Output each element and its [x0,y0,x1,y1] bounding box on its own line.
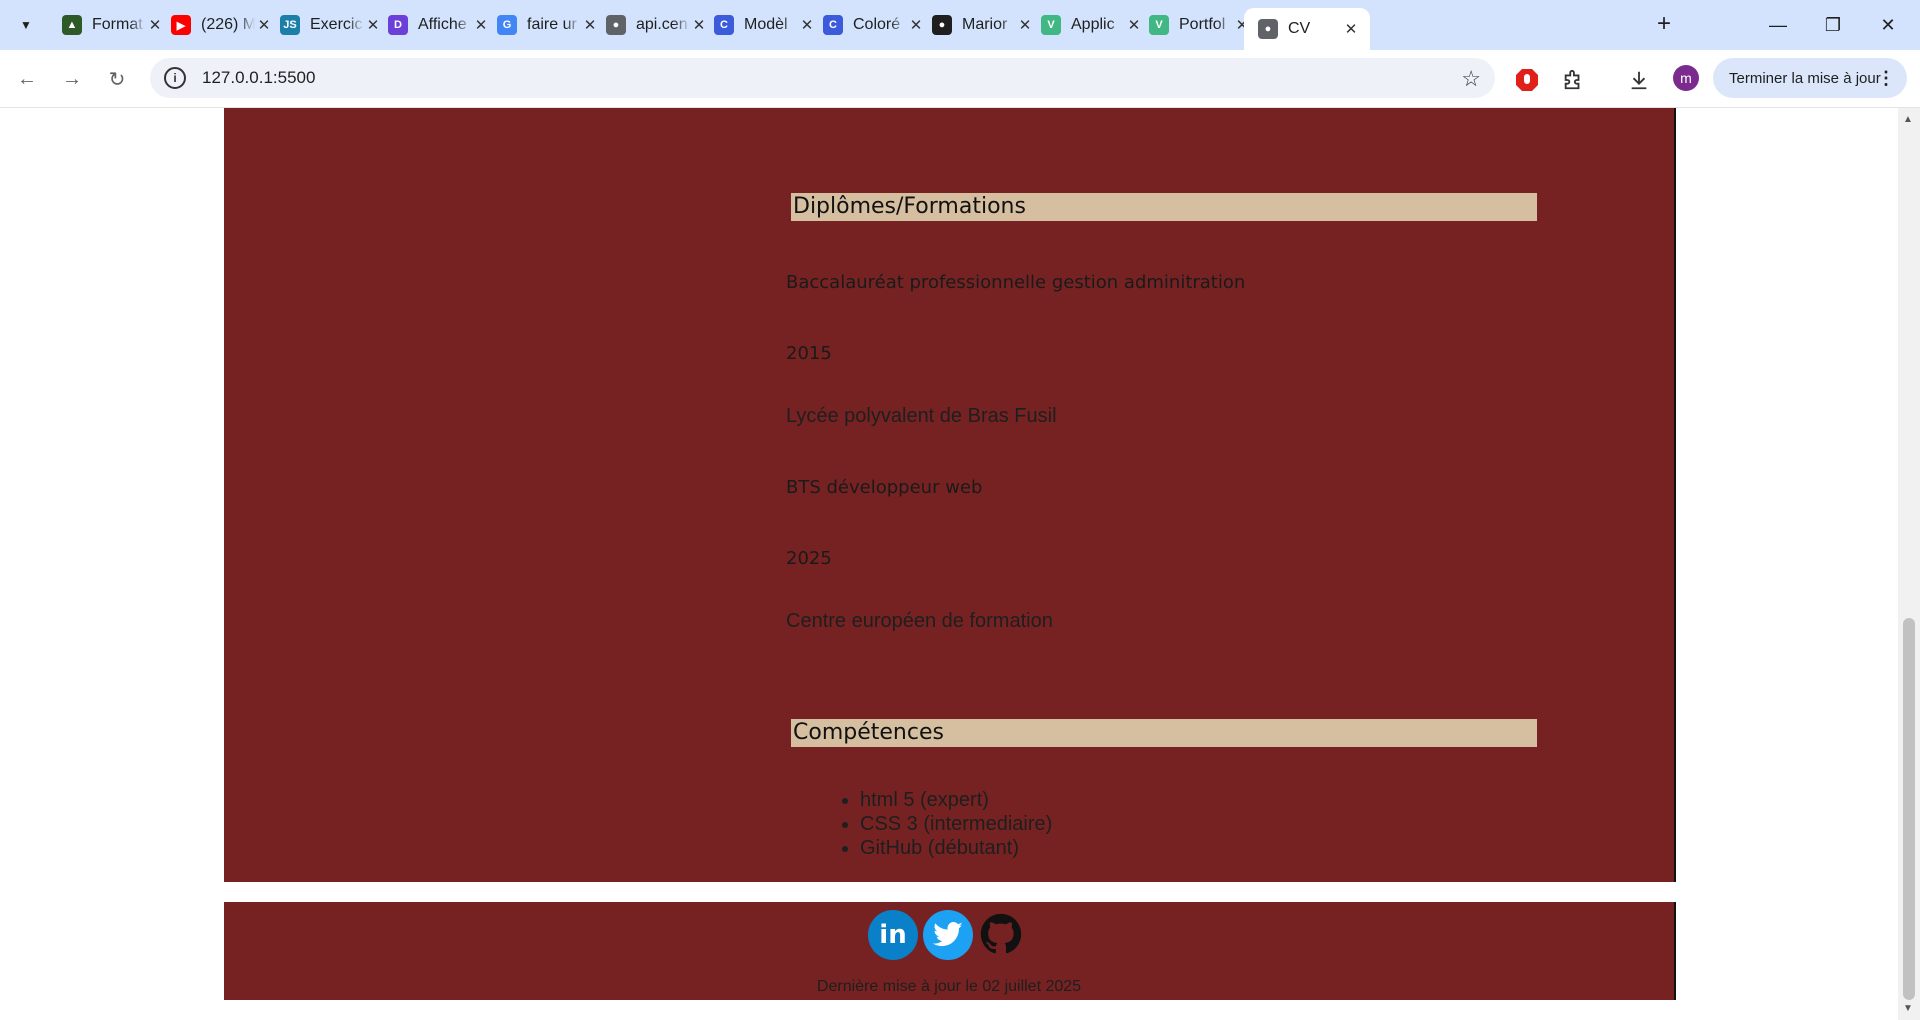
forward-button[interactable]: → [57,64,87,94]
address-bar[interactable]: i 127.0.0.1:5500 ☆ [150,58,1495,98]
tab-4[interactable]: D Affiche ✕ [374,8,500,42]
vue-icon: V [1041,15,1061,35]
tab-8[interactable]: C Coloré ✕ [809,8,935,42]
google-icon: G [497,15,517,35]
tab-label: (226) M [201,16,255,33]
tab-label: faire ur [527,16,577,33]
extensions-puzzle-icon[interactable] [1559,66,1587,94]
skill-item: GitHub (débutant) [860,836,1052,860]
year-1: 2015 [786,343,832,364]
year-2: 2025 [786,548,832,569]
chevron-down-icon: ▼ [20,18,32,32]
browser-toolbar: ← → ↻ i 127.0.0.1:5500 ☆ m Terminer la m… [0,50,1920,108]
tab-label: Marior [962,16,1008,33]
close-window-button[interactable]: ✕ [1865,10,1911,40]
section-spacer [224,882,1674,902]
tab-label: Coloré [853,16,901,33]
downloads-icon[interactable] [1625,66,1653,94]
format-icon: ▲ [62,15,82,35]
new-tab-button[interactable]: + [1651,12,1677,38]
scroll-thumb[interactable] [1903,618,1915,1000]
github-icon: ● [932,15,952,35]
tab-label: CV [1288,20,1311,37]
education-title: Diplômes/Formations [791,193,1537,221]
js-icon: JS [280,15,300,35]
twitter-icon[interactable] [923,910,973,960]
tab-label: Affiche [418,16,467,33]
scroll-up-icon[interactable]: ▲ [1903,114,1913,125]
school-1: Lycée polyvalent de Bras Fusil [786,405,1057,427]
minimize-button[interactable]: — [1755,10,1801,40]
last-update-text: Dernière mise à jour le 02 juillet 2025 [816,978,1082,995]
degree-1: Baccalauréat professionnelle gestion adm… [786,272,1246,293]
tab-1[interactable]: ▲ Format ✕ [48,8,174,42]
tab-label: Portfol [1179,16,1226,33]
globe-icon: ● [1258,19,1278,39]
cv-content: Diplômes/Formations Baccalauréat profess… [224,108,1676,882]
school-2: Centre européen de formation [786,610,1053,632]
url-text[interactable]: 127.0.0.1:5500 [202,68,315,88]
profile-avatar[interactable]: m [1673,65,1699,91]
tab-label: Applic [1071,16,1115,33]
tab-7[interactable]: C Modèl ✕ [700,8,826,42]
tab-search-button[interactable]: ▼ [12,11,40,39]
reload-button[interactable]: ↻ [102,64,132,94]
skills-title: Compétences [791,719,1537,747]
tab-label: Modèl [744,16,788,33]
finish-update-button[interactable]: Terminer la mise à jour ⋮ [1713,58,1907,98]
tab-5[interactable]: Gfaire ur ✕ [483,8,609,42]
back-button[interactable]: ← [12,64,42,94]
finish-update-label: Terminer la mise à jour [1729,69,1881,87]
site-info-icon[interactable]: i [164,67,186,89]
skill-item: CSS 3 (intermediaire) [860,812,1052,836]
vue-icon: V [1149,15,1169,35]
scroll-down-icon[interactable]: ▼ [1903,1003,1913,1014]
tab-label: Exercic [310,16,363,33]
menu-dots-icon[interactable]: ⋮ [1877,68,1895,89]
vertical-scrollbar[interactable]: ▲ ▼ [1898,108,1920,1020]
tab-12[interactable]: ● CV ✕ [1244,8,1370,50]
linkedin-icon[interactable]: in [868,910,918,960]
dev-icon: D [388,15,408,35]
restore-button[interactable]: ❐ [1810,10,1856,40]
youtube-icon: ▶ [171,15,191,35]
cv-footer: in Dernière mise à jour le 02 juillet 20… [224,902,1676,1000]
tab-strip: ▼ ▲ Format ✕ ▶ (226) M ✕ JS Exercic ✕ D Affiche ✕ Gf… [0,0,1920,50]
tab-11[interactable]: V Portfol ✕ [1135,8,1261,42]
tab-2[interactable]: ▶ (226) M ✕ [157,8,283,42]
skills-list: html 5 (expert) CSS 3 (intermediaire) Gi… [837,788,1052,860]
bookmark-star-icon[interactable]: ☆ [1461,66,1481,92]
github-icon[interactable] [976,910,1026,960]
page-viewport: Diplômes/Formations Baccalauréat profess… [0,108,1898,1020]
canva-icon: C [823,15,843,35]
tab-label: api.cen [636,16,688,33]
tab-label: Format [92,16,143,33]
close-tab-icon[interactable]: ✕ [1342,20,1360,38]
tab-9[interactable]: ● Marior ✕ [918,8,1044,42]
skill-item: html 5 (expert) [860,788,1052,812]
degree-2: BTS développeur web [786,477,983,498]
adblock-extension-icon[interactable] [1513,66,1541,94]
globe-icon: ● [606,15,626,35]
canva-icon: C [714,15,734,35]
